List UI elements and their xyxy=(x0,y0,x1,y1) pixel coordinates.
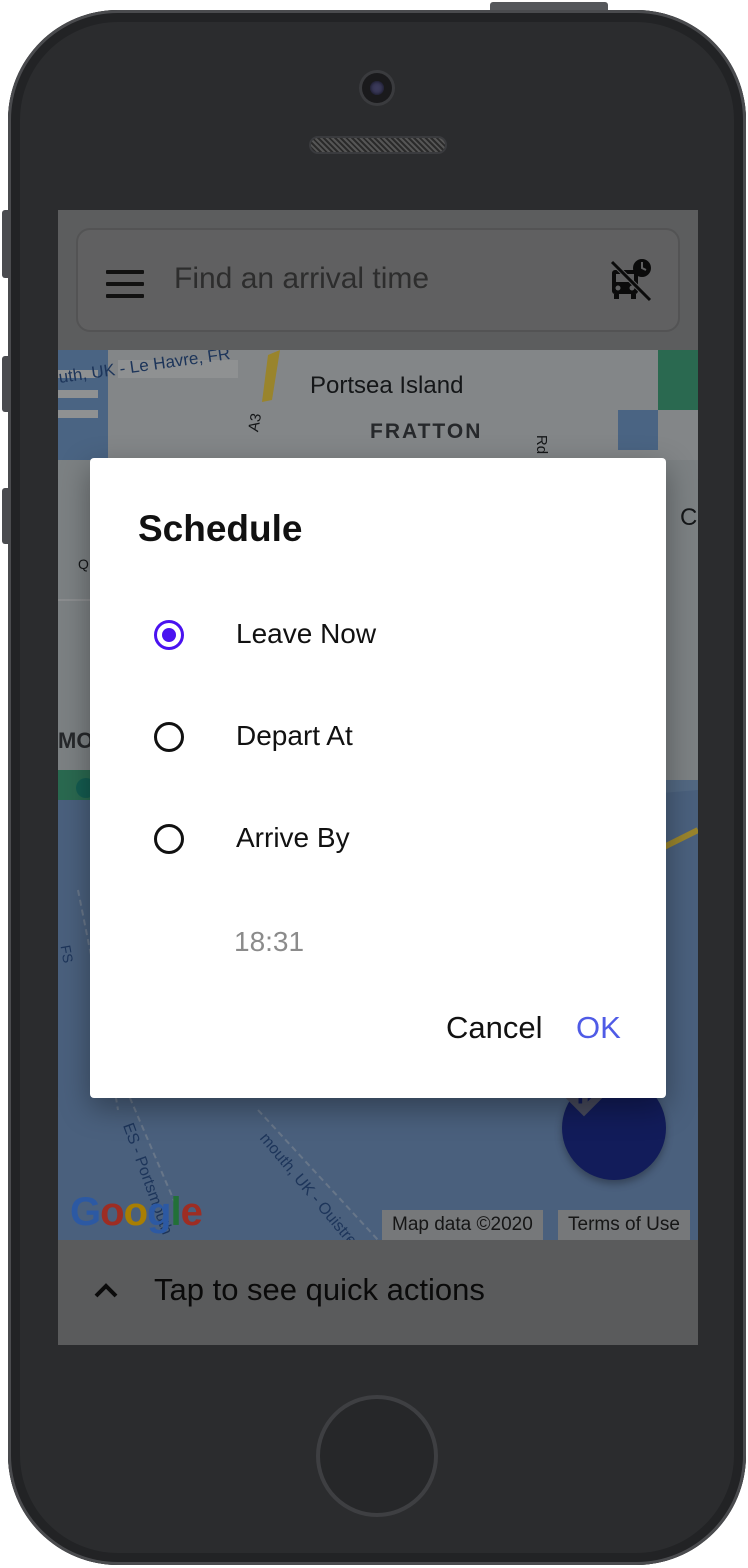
cancel-button[interactable]: Cancel xyxy=(446,1010,543,1046)
option-arrive-by[interactable]: Arrive By xyxy=(90,802,666,882)
option-label: Arrive By xyxy=(236,822,350,853)
time-field[interactable]: 18:31 xyxy=(234,926,304,958)
dialog-title: Schedule xyxy=(138,508,303,549)
ok-button[interactable]: OK xyxy=(576,1010,621,1046)
radio-leave-now[interactable] xyxy=(154,620,184,650)
option-depart-at[interactable]: Depart At xyxy=(90,700,666,780)
front-camera xyxy=(362,73,392,103)
schedule-dialog: Schedule Leave Now Depart At Arrive By 1… xyxy=(90,458,666,1098)
home-button[interactable] xyxy=(316,1395,438,1517)
option-label: Depart At xyxy=(236,720,353,751)
option-leave-now[interactable]: Leave Now xyxy=(90,598,666,678)
radio-arrive-by[interactable] xyxy=(154,824,184,854)
radio-depart-at[interactable] xyxy=(154,722,184,752)
option-label: Leave Now xyxy=(236,618,377,649)
earpiece-speaker xyxy=(311,138,445,152)
